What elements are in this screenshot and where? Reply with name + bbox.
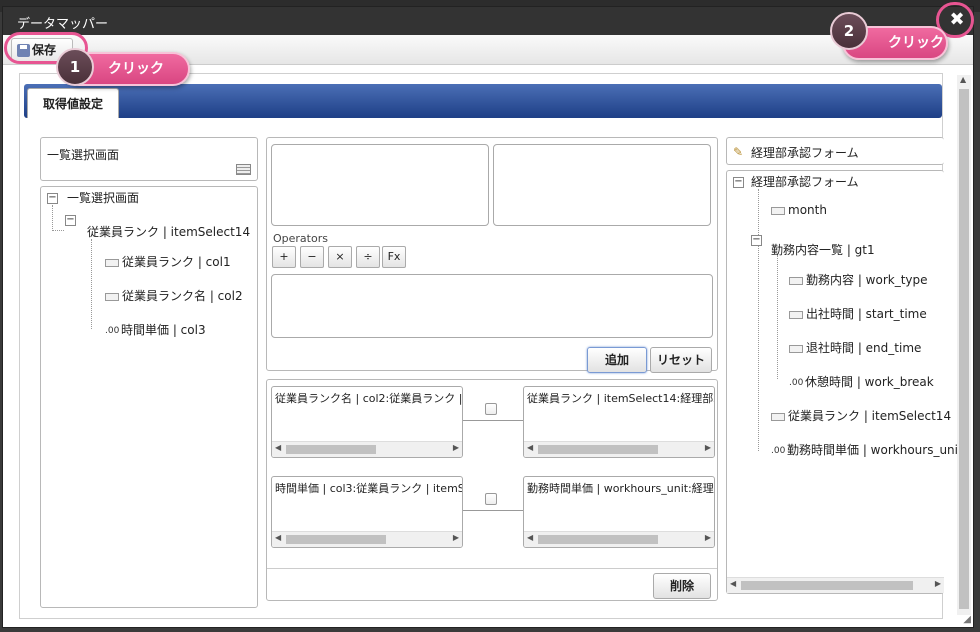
scroll-thumb [741, 581, 913, 590]
horizontal-scrollbar[interactable]: ◀ ▶ [524, 531, 714, 547]
target-tree-work-type[interactable]: 勤務内容 | work_type [789, 271, 928, 288]
number-icon: .00 [105, 325, 120, 336]
mapping-2-source[interactable]: 時間単価 | col3:従業員ランク | itemSelect14 ◀▶ [271, 476, 463, 548]
collapse-icon[interactable]: − [751, 235, 762, 246]
delete-button[interactable]: 削除 [653, 573, 711, 599]
operator-multiply-button[interactable]: × [328, 246, 352, 268]
scroll-thumb [286, 445, 376, 454]
expression-source-box[interactable] [271, 144, 489, 226]
expression-input[interactable] [271, 274, 713, 338]
operator-divide-button[interactable]: ÷ [356, 246, 380, 268]
target-tree-item-select14[interactable]: 従業員ランク | itemSelect14 [771, 407, 951, 424]
field-icon [789, 310, 803, 319]
mapping-1-source[interactable]: 従業員ランク名 | col2:従業員ランク | itemSelect14 ◀▶ [271, 386, 463, 458]
horizontal-scrollbar[interactable]: ◀ ▶ [727, 577, 944, 593]
tab-acquire-settings[interactable]: 取得値設定 [27, 88, 119, 118]
target-tree-gt1[interactable]: 勤務内容一覧 | gt1 [771, 241, 875, 258]
tree-line [777, 255, 778, 379]
scroll-up-icon: ▲ [960, 75, 967, 84]
expression-target-box[interactable] [493, 144, 711, 226]
mapping-2-target[interactable]: 勤務時間単価 | workhours_unit:経理部承認フォーム ◀▶ [523, 476, 715, 548]
collapse-icon[interactable]: − [733, 177, 744, 188]
tree-node-root[interactable]: 一覧選択画面 [67, 189, 139, 206]
dialog-vertical-scrollbar[interactable]: ▲ [957, 75, 971, 615]
scroll-left-icon: ◀ [275, 533, 282, 542]
scroll-thumb [538, 535, 658, 544]
target-tree-workhours-unit[interactable]: .00 勤務時間単価 | workhours_unit [771, 441, 963, 458]
horizontal-scrollbar[interactable]: ◀ ▶ [524, 441, 714, 457]
field-icon [771, 412, 785, 421]
scroll-left-icon: ◀ [527, 443, 534, 452]
field-icon [789, 276, 803, 285]
operator-minus-button[interactable]: − [300, 246, 324, 268]
target-form-title: 経理部承認フォーム [751, 146, 859, 160]
scroll-left-icon: ◀ [527, 533, 534, 542]
source-screen-title: 一覧選択画面 [47, 148, 120, 162]
dialog-titlebar: データマッパー ✖ [3, 7, 973, 35]
mapping-footer-divider [267, 568, 717, 569]
tree-node-col3[interactable]: .00 時間単価 | col3 [105, 321, 206, 338]
callout-1-number: 1 [56, 48, 94, 86]
field-icon [771, 206, 785, 215]
scroll-thumb [538, 445, 658, 454]
field-icon [789, 344, 803, 353]
horizontal-scrollbar[interactable]: ◀ ▶ [272, 531, 462, 547]
callout-2: 2 クリック [830, 12, 948, 60]
tree-node-col2[interactable]: 従業員ランク名 | col2 [105, 287, 243, 304]
callout-1: 1 クリック [56, 48, 190, 86]
target-tree-root[interactable]: 経理部承認フォーム [751, 173, 859, 190]
scroll-left-icon: ◀ [730, 579, 737, 588]
source-tree-panel: − 一覧選択画面 − 従業員ランク | itemSelect14 従業員ランク … [40, 186, 258, 608]
tree-line [91, 239, 92, 329]
operators-label: Operators [273, 232, 328, 245]
source-screen-header: 一覧選択画面 [40, 137, 258, 181]
number-icon: .00 [771, 445, 786, 456]
operator-plus-button[interactable]: + [272, 246, 296, 268]
mapping-1-target[interactable]: 従業員ランク | itemSelect14:経理部承認フォーム ◀▶ [523, 386, 715, 458]
tree-line [52, 230, 64, 231]
dialog-title: データマッパー [17, 17, 109, 32]
scroll-left-icon: ◀ [275, 443, 282, 452]
tree-node-item-select14[interactable]: 従業員ランク | itemSelect14 [87, 223, 250, 240]
target-form-header: ✎ 経理部承認フォーム [726, 137, 944, 165]
main-content: 取得値設定 一覧選択画面 − 一覧選択画面 − 従業員ランク | itemSel… [19, 73, 963, 619]
scroll-right-icon: ▶ [704, 443, 711, 452]
form-icon [236, 164, 251, 175]
collapse-icon[interactable]: − [47, 193, 58, 204]
scroll-right-icon: ▶ [704, 533, 711, 542]
field-icon [105, 258, 119, 267]
data-mapper-dialog: データマッパー ✖ 保存 取得値設定 一覧選択画面 − 一覧選択画面 − 従業員… [2, 6, 974, 628]
resize-grip-icon[interactable]: ◢ [963, 614, 971, 625]
scroll-thumb [959, 89, 969, 609]
callout-2-number: 2 [830, 12, 868, 50]
scroll-right-icon: ▶ [452, 533, 459, 542]
scroll-right-icon: ▶ [934, 579, 941, 588]
pencil-form-icon: ✎ [733, 145, 744, 159]
mapping-2-connector [463, 510, 523, 511]
mapping-2-checkbox[interactable] [485, 493, 497, 505]
mapping-1-connector [463, 420, 523, 421]
number-icon: .00 [789, 377, 804, 388]
collapse-icon[interactable]: − [65, 215, 76, 226]
tree-line [52, 205, 53, 231]
scroll-thumb [286, 535, 386, 544]
tab-bar: 取得値設定 [24, 84, 942, 118]
target-tree-work-break[interactable]: .00 休憩時間 | work_break [789, 373, 934, 390]
field-icon [105, 292, 119, 301]
callout-1-label: クリック [108, 61, 164, 77]
target-tree-panel: − 経理部承認フォーム month − 勤務内容一覧 | gt1 勤務内容 | … [726, 170, 963, 594]
reset-button[interactable]: リセット [650, 347, 712, 373]
mapping-list-panel: 従業員ランク名 | col2:従業員ランク | itemSelect14 ◀▶ … [266, 379, 718, 601]
target-tree-end-time[interactable]: 退社時間 | end_time [789, 339, 921, 356]
target-tree-month[interactable]: month [771, 203, 827, 217]
target-tree-start-time[interactable]: 出社時間 | start_time [789, 305, 927, 322]
tree-line [758, 189, 759, 451]
scroll-right-icon: ▶ [452, 443, 459, 452]
add-button[interactable]: 追加 [587, 347, 647, 373]
callout-2-label: クリック [888, 35, 944, 51]
function-fx-button[interactable]: Fx [382, 246, 406, 268]
tree-node-col1[interactable]: 従業員ランク | col1 [105, 253, 231, 270]
mapping-1-checkbox[interactable] [485, 403, 497, 415]
horizontal-scrollbar[interactable]: ◀ ▶ [272, 441, 462, 457]
